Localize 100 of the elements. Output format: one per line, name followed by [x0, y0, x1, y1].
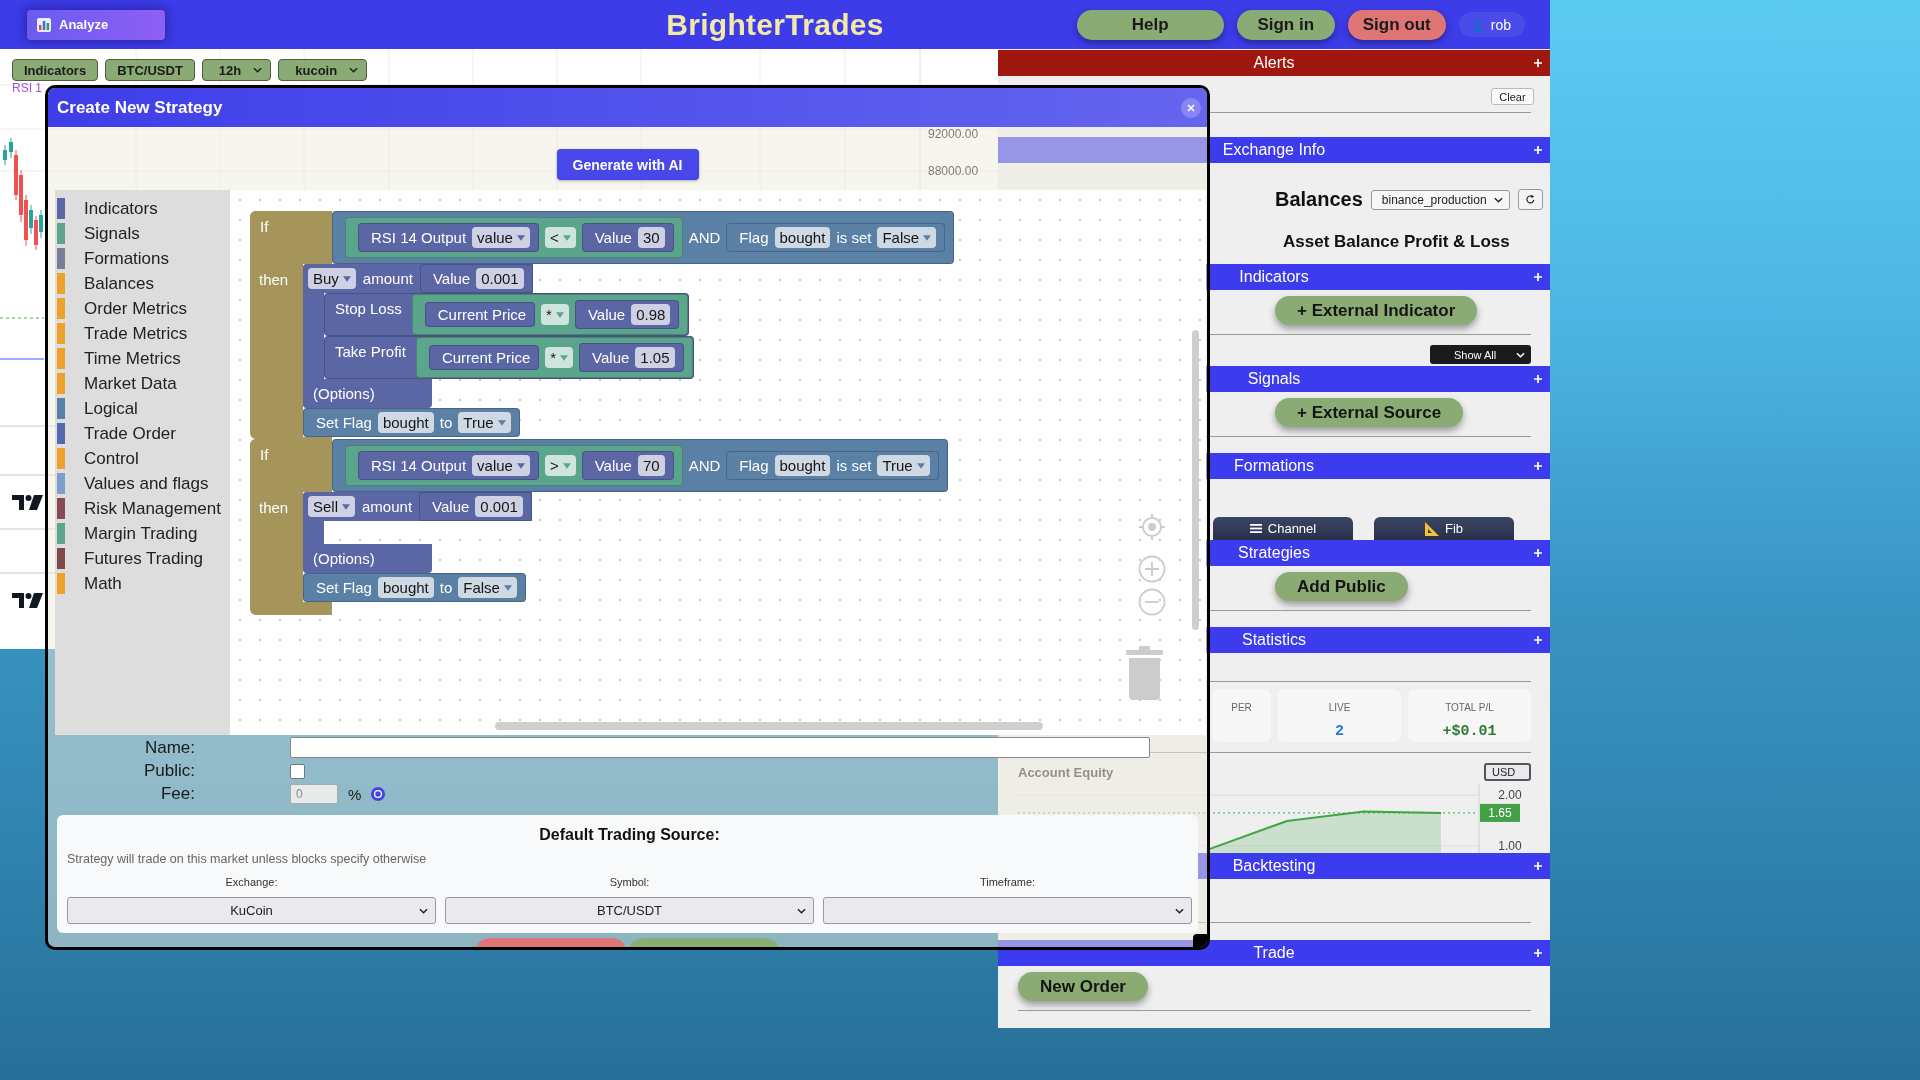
block-dropdown[interactable]: value: [472, 455, 530, 476]
code-block[interactable]: RSI 14 Output value < Value 30 AND Flag bought is set False: [332, 211, 955, 264]
block-field[interactable]: 0.001: [475, 496, 523, 517]
block-field[interactable]: bought: [377, 412, 434, 433]
add-strategy-button[interactable]: Add Public: [1275, 572, 1408, 601]
code-block[interactable]: Stop Loss Current Price * Value 0.98: [324, 293, 690, 336]
block-dropdown[interactable]: Buy: [308, 268, 356, 289]
resize-handle[interactable]: [1193, 934, 1207, 947]
trash-icon[interactable]: [1126, 646, 1163, 700]
toolbox-category[interactable]: Trade Order: [57, 421, 182, 446]
info-icon[interactable]: [371, 787, 386, 801]
recenter-icon[interactable]: [1138, 513, 1166, 541]
header-button[interactable]: Sign in: [1236, 9, 1335, 40]
toolbox-category[interactable]: Signals: [57, 221, 146, 246]
action-block[interactable]: Sell amount Value 0.001 (Options): [303, 492, 532, 573]
clipped-button[interactable]: [477, 938, 625, 947]
toolbox-category[interactable]: Formations: [57, 246, 176, 271]
block-dropdown[interactable]: False: [458, 577, 517, 598]
code-block[interactable]: Flag bought is set True: [726, 451, 939, 480]
toolbox-category[interactable]: Values and flags: [57, 471, 215, 496]
header-button[interactable]: Help: [1076, 9, 1224, 40]
zoom-out-icon[interactable]: [1138, 588, 1166, 616]
code-block[interactable]: RSI 14 Output value: [358, 451, 539, 480]
drawing-tool-button[interactable]: Channel: [1213, 517, 1353, 540]
vertical-scrollbar[interactable]: [1192, 330, 1199, 630]
toolbox-category[interactable]: Margin Trading: [57, 521, 204, 546]
new-order-button[interactable]: New Order: [1018, 972, 1148, 1001]
toolbar-select[interactable]: kucoin: [278, 59, 368, 81]
code-block[interactable]: RSI 14 Output value < Value 30: [345, 217, 683, 258]
code-block[interactable]: RSI 14 Output value > Value 70 AND Flag bought is set True: [332, 439, 948, 492]
block-dropdown[interactable]: True: [458, 412, 511, 433]
toolbar-button[interactable]: Indicators: [12, 59, 99, 81]
code-block[interactable]: Current Price: [428, 345, 540, 370]
action-block[interactable]: Buy amount Value 0.001 Stop Loss Current Price * Value 0.98 Take Profit Current Price * Value 1.05 (Options): [303, 264, 694, 408]
if-block[interactable]: If RSI 14 Output value < Value 30 AND Flag bought is set False then Buy amount Value 0.001 Stop Loss Current Price * Value 0.98 Take Profit Current Price * Value 1.05 (Options) Set Flag bought to True: [250, 211, 955, 439]
zoom-in-icon[interactable]: [1138, 555, 1166, 583]
code-block[interactable]: Current Price: [424, 302, 536, 327]
block-field[interactable]: 0.98: [631, 304, 671, 325]
toolbox-category[interactable]: Risk Management: [57, 496, 227, 521]
code-block[interactable]: Set Flag bought to False: [303, 573, 526, 602]
add-source-button[interactable]: + External Source: [1275, 398, 1464, 427]
toolbar-button[interactable]: BTC/USDT: [105, 59, 195, 81]
horizontal-scrollbar[interactable]: [495, 722, 1043, 730]
toolbox-category[interactable]: Futures Trading: [57, 546, 210, 571]
toolbox-category[interactable]: Math: [57, 571, 128, 596]
block-dropdown[interactable]: *: [545, 347, 574, 368]
section-header[interactable]: Exchange Info: [998, 137, 1550, 163]
select-field[interactable]: KuCoin: [67, 897, 436, 924]
code-block[interactable]: Value 0.001: [419, 492, 532, 521]
code-block[interactable]: Current Price * Value 0.98: [411, 294, 689, 335]
add-indicator-button[interactable]: + External Indicator: [1275, 296, 1478, 325]
header-button[interactable]: Sign out: [1347, 9, 1446, 40]
code-block[interactable]: RSI 14 Output value: [358, 223, 539, 252]
code-block[interactable]: Value 0.98: [574, 300, 680, 329]
code-block[interactable]: Value 70: [581, 451, 674, 480]
code-block[interactable]: Current Price * Value 1.05: [415, 337, 693, 378]
select-field[interactable]: BTC/USDT: [445, 897, 814, 924]
block-dropdown[interactable]: True: [877, 455, 930, 476]
generate-ai-button[interactable]: Generate with AI: [556, 149, 699, 180]
clear-button[interactable]: Clear: [1491, 88, 1534, 105]
toolbox-category[interactable]: Indicators: [57, 196, 164, 221]
code-block[interactable]: Flag bought is set False: [726, 223, 946, 252]
toolbox-category[interactable]: Logical: [57, 396, 144, 421]
block-dropdown[interactable]: False: [877, 227, 937, 248]
account-select[interactable]: binance_production: [1370, 189, 1510, 210]
code-block[interactable]: Value 1.05: [579, 343, 684, 372]
name-input[interactable]: [290, 737, 1150, 758]
filter-select[interactable]: Show All: [1430, 345, 1531, 364]
code-block[interactable]: Value 30: [581, 223, 674, 252]
toolbox-category[interactable]: Order Metrics: [57, 296, 193, 321]
user-menu[interactable]: rob: [1458, 12, 1525, 37]
if-block[interactable]: If RSI 14 Output value > Value 70 AND Flag bought is set True then Sell amount Value 0.001 (Options) Set Flag bought to False: [250, 439, 948, 615]
drawing-tool-button[interactable]: Fib: [1374, 517, 1514, 540]
block-dropdown[interactable]: *: [541, 304, 569, 325]
block-field[interactable]: 70: [637, 455, 665, 476]
public-checkbox[interactable]: [290, 763, 305, 779]
toolbar-select[interactable]: 12h: [201, 59, 272, 81]
block-dropdown[interactable]: >: [544, 455, 576, 476]
block-dropdown[interactable]: value: [472, 227, 530, 248]
clipped-button[interactable]: [630, 938, 778, 947]
toolbox-category[interactable]: Trade Metrics: [57, 321, 194, 346]
close-button[interactable]: [1181, 97, 1201, 118]
section-header[interactable]: Trade: [998, 940, 1550, 966]
block-field[interactable]: bought: [774, 227, 831, 248]
toolbox-category[interactable]: Balances: [57, 271, 160, 296]
block-field[interactable]: 1.05: [635, 347, 675, 368]
block-field[interactable]: 0.001: [476, 268, 524, 289]
section-header[interactable]: Alerts: [998, 50, 1550, 76]
fee-input[interactable]: 0: [290, 784, 338, 804]
code-block[interactable]: Value 0.001: [419, 264, 533, 293]
block-field[interactable]: 30: [637, 227, 665, 248]
toolbox-category[interactable]: Time Metrics: [57, 346, 187, 371]
block-field[interactable]: bought: [774, 455, 831, 476]
code-block[interactable]: Take Profit Current Price * Value 1.05: [324, 336, 694, 379]
block-dropdown[interactable]: Sell: [308, 496, 355, 517]
analyze-button[interactable]: Analyze: [27, 9, 165, 40]
code-block[interactable]: Set Flag bought to True: [303, 408, 520, 437]
toolbox-category[interactable]: Control: [57, 446, 145, 471]
code-block[interactable]: RSI 14 Output value > Value 70: [345, 445, 683, 486]
refresh-button[interactable]: [1517, 189, 1543, 210]
